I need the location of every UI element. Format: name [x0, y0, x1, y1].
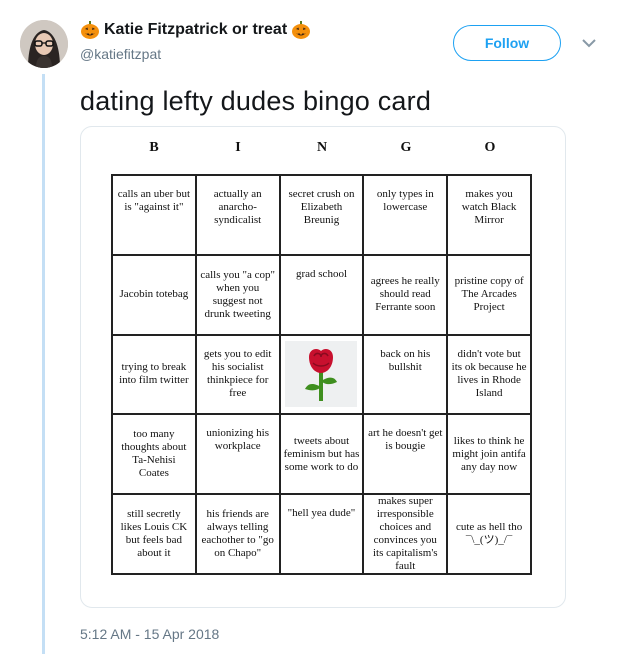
bingo-cell: didn't vote but its ok because he lives … [447, 334, 531, 415]
bingo-cell: actually an anarcho-syndicalist [195, 175, 280, 255]
bingo-cell: grad school [279, 254, 364, 335]
bingo-cell: his friends are always telling eachother… [195, 494, 280, 574]
bingo-free-space [279, 334, 364, 415]
bingo-letter: O [484, 140, 496, 155]
bingo-cell: "hell yea dude" [279, 494, 364, 574]
bingo-cell: art he doesn't get is bougie [363, 414, 448, 495]
bingo-letter: G [400, 140, 412, 155]
bingo-cell: gets you to edit his socialist thinkpiec… [195, 334, 280, 415]
thread-line [42, 74, 45, 654]
bingo-letter: N [316, 140, 328, 155]
bingo-cell: only types in lowercase [363, 175, 448, 255]
bingo-cell: calls you "a cop" when you suggest not d… [195, 254, 280, 335]
bingo-cell: agrees he really should read Ferrante so… [363, 254, 448, 335]
bingo-cell: trying to break into film twitter [112, 334, 196, 415]
follow-button[interactable]: Follow [453, 25, 561, 61]
bingo-letter: I [235, 140, 241, 155]
display-name[interactable]: Katie Fitzpatrick or treat [80, 18, 311, 42]
bingo-cell: calls an uber but is "against it" [112, 175, 196, 255]
rose-icon [305, 349, 338, 402]
bingo-cell: likes to think he might join antifa any … [447, 414, 531, 495]
bingo-cell: still secretly likes Louis CK but feels … [112, 494, 196, 574]
bingo-cell: cute as hell tho ¯\_(ツ)_/¯ [447, 494, 531, 574]
avatar[interactable] [20, 20, 68, 68]
bingo-header: B I N G O [112, 140, 532, 162]
user-handle[interactable]: @katiefitzpat [80, 46, 311, 62]
bingo-cell: too many thoughts about Ta-Nehisi Coates [112, 414, 196, 495]
bingo-cell: tweets about feminism but has some work … [279, 414, 364, 495]
jack-o-lantern-icon [81, 21, 99, 39]
bingo-grid: calls an uber but is "against it" actual… [111, 174, 532, 575]
bingo-cell: pristine copy of The Arcades Project [447, 254, 531, 335]
bingo-letter: B [149, 140, 159, 155]
chevron-down-icon[interactable] [582, 38, 596, 48]
bingo-cell: makes super irresponsible choices and co… [363, 494, 448, 574]
tweet-text: dating lefty dudes bingo card [80, 86, 432, 116]
bingo-cell: back on his bullshit [363, 334, 448, 415]
tweet-timestamp[interactable]: 5:12 AM - 15 Apr 2018 [80, 626, 219, 642]
bingo-cell: Jacobin totebag [112, 254, 196, 335]
jack-o-lantern-icon [292, 21, 311, 39]
bingo-cell: secret crush on Elizabeth Breunig [279, 175, 364, 255]
bingo-cell: makes you watch Black Mirror [447, 175, 531, 255]
display-name-text: Katie Fitzpatrick or treat [104, 21, 288, 38]
tweet-author[interactable]: Katie Fitzpatrick or treat @katiefitzpat [80, 18, 311, 62]
bingo-cell: unionizing his workplace [195, 414, 280, 495]
rose-image [285, 341, 358, 408]
